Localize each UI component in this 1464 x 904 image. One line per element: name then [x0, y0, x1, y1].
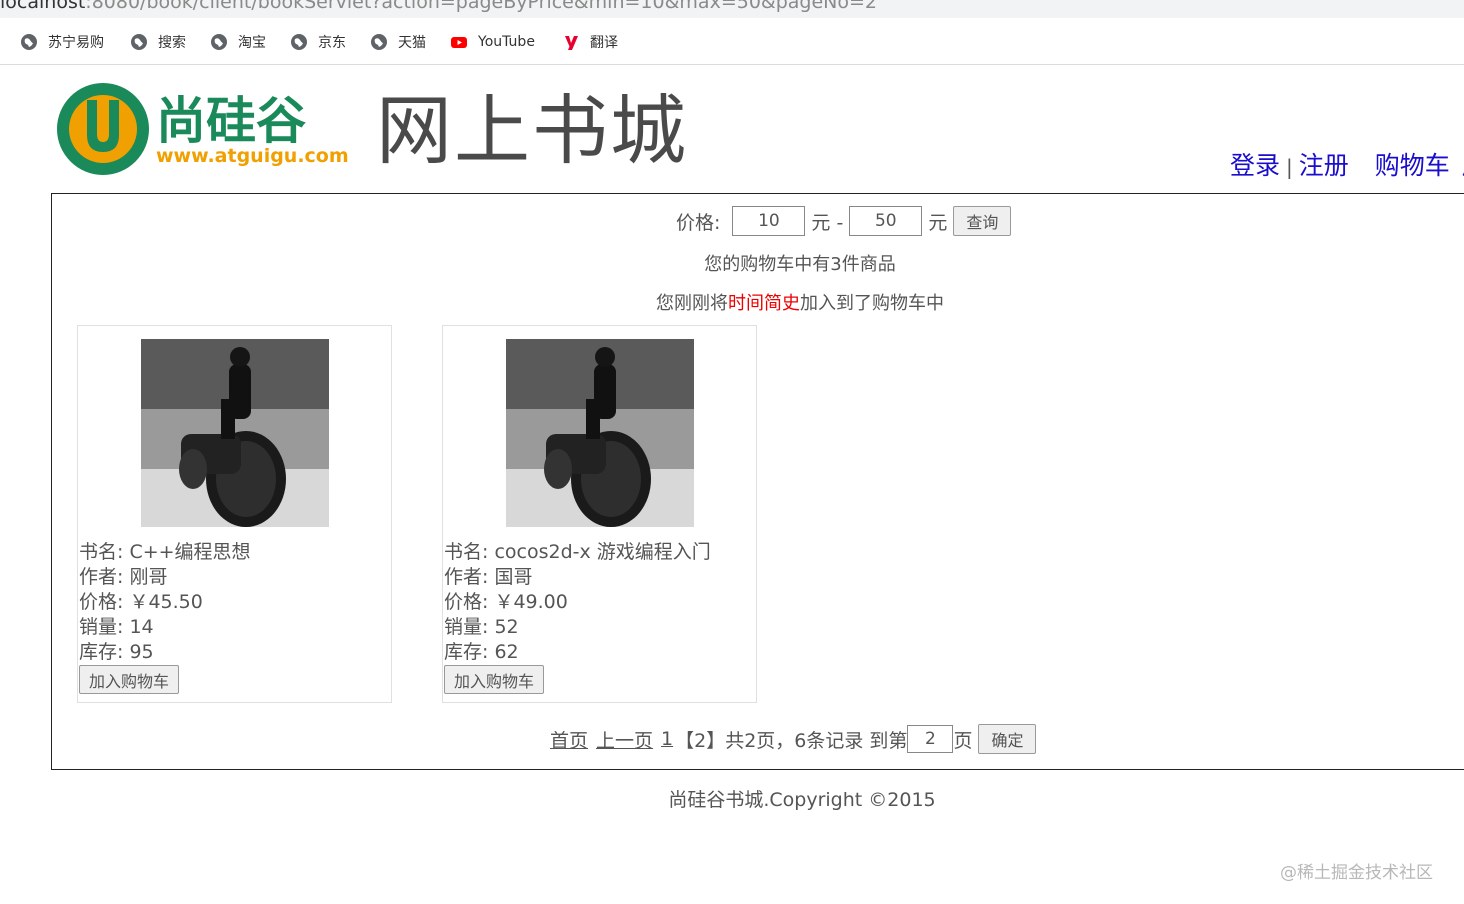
- logo-url-text: www.atguigu.com: [156, 145, 349, 167]
- current-page: 【2】: [675, 729, 726, 752]
- watermark: @稀土掘金技术社区: [1280, 863, 1433, 883]
- bookmark-taobao[interactable]: 淘宝: [210, 31, 266, 53]
- yuan-dash-label: 元 -: [811, 211, 844, 234]
- site-title: 网上书城: [376, 86, 688, 175]
- book-sales: 销量: 14: [79, 616, 154, 638]
- add-to-cart-button[interactable]: 加入购物车: [444, 665, 545, 694]
- book-name: 书名: cocos2d-x 游戏编程入门: [444, 541, 711, 563]
- globe-icon: [291, 34, 307, 50]
- price-label: 价格:: [676, 211, 721, 234]
- youtube-icon: [451, 37, 467, 48]
- footer-copyright: 尚硅谷书城.Copyright ©2015: [668, 789, 936, 811]
- pagination: 首页 上一页 1 【2】 共2页，6条记录 到第 页 确定: [550, 724, 1037, 754]
- last-added-text: 您刚刚将时间简史加入到了购物车中: [656, 293, 944, 314]
- pager-summary: 共2页，6条记录 到第: [725, 729, 908, 752]
- page-unit-label: 页: [953, 729, 973, 752]
- book-card: 书名: cocos2d-x 游戏编程入门 作者: 国哥 价格: ￥49.00 销…: [442, 325, 757, 703]
- book-author: 作者: 刚哥: [79, 566, 168, 588]
- book-cover-image: [141, 339, 329, 527]
- translate-icon: [565, 36, 578, 50]
- logo-text: 尚硅谷: [156, 92, 306, 150]
- add-to-cart-button[interactable]: 加入购物车: [79, 665, 180, 694]
- book-author: 作者: 国哥: [444, 566, 533, 588]
- register-link[interactable]: 注册: [1299, 151, 1349, 180]
- globe-icon: [211, 34, 227, 50]
- user-nav: 登录|注册 购物车 后: [1230, 146, 1464, 182]
- book-card: 书名: C++编程思想 作者: 刚哥 价格: ￥45.50 销量: 14 库存:…: [77, 325, 392, 703]
- prev-page-link[interactable]: 上一页: [596, 726, 653, 753]
- atguigu-logo[interactable]: 尚硅谷 www.atguigu.com: [56, 80, 368, 178]
- globe-icon: [371, 34, 387, 50]
- bookmark-translate[interactable]: 翻译: [562, 31, 618, 53]
- bookmarks-bar: 苏宁易购 搜索 淘宝 京东 天猫 YouTube 翻译: [0, 18, 1464, 65]
- browser-url-bar[interactable]: localhost:8080/book/client/bookServlet?a…: [0, 0, 1464, 18]
- nav-separator: |: [1286, 155, 1293, 179]
- last-added-book: 时间简史: [728, 293, 800, 314]
- globe-icon: [21, 34, 37, 50]
- book-sales: 销量: 52: [444, 616, 519, 638]
- book-name: 书名: C++编程思想: [79, 541, 251, 563]
- book-stock: 库存: 95: [79, 641, 154, 663]
- cart-link[interactable]: 购物车: [1375, 151, 1450, 180]
- globe-icon: [131, 34, 147, 50]
- price-search-form: 价格: 元 - 元 查询: [676, 205, 1012, 237]
- bookmark-search[interactable]: 搜索: [130, 31, 186, 53]
- bookmark-suning[interactable]: 苏宁易购: [20, 31, 104, 53]
- query-button[interactable]: 查询: [953, 206, 1012, 236]
- url-text: localhost:8080/book/client/bookServlet?a…: [0, 0, 878, 13]
- cart-count-text: 您的购物车中有3件商品: [704, 254, 896, 275]
- bookmark-tmall[interactable]: 天猫: [370, 31, 426, 53]
- book-price: 价格: ￥49.00: [444, 591, 568, 613]
- max-price-input[interactable]: [849, 206, 923, 236]
- goto-page-input[interactable]: [907, 725, 954, 753]
- bookmark-jd[interactable]: 京东: [290, 31, 346, 53]
- page-1-link[interactable]: 1: [661, 728, 673, 750]
- yuan-label: 元: [928, 211, 948, 234]
- min-price-input[interactable]: [732, 206, 806, 236]
- goto-confirm-button[interactable]: 确定: [978, 724, 1037, 754]
- book-info: 书名: cocos2d-x 游戏编程入门 作者: 国哥 价格: ￥49.00 销…: [444, 540, 711, 665]
- book-info: 书名: C++编程思想 作者: 刚哥 价格: ￥45.50 销量: 14 库存:…: [79, 540, 251, 665]
- book-cover-image: [506, 339, 694, 527]
- bookmark-youtube[interactable]: YouTube: [450, 31, 535, 53]
- book-stock: 库存: 62: [444, 641, 519, 663]
- first-page-link[interactable]: 首页: [550, 726, 588, 753]
- book-price: 价格: ￥45.50: [79, 591, 203, 613]
- login-link[interactable]: 登录: [1230, 151, 1280, 180]
